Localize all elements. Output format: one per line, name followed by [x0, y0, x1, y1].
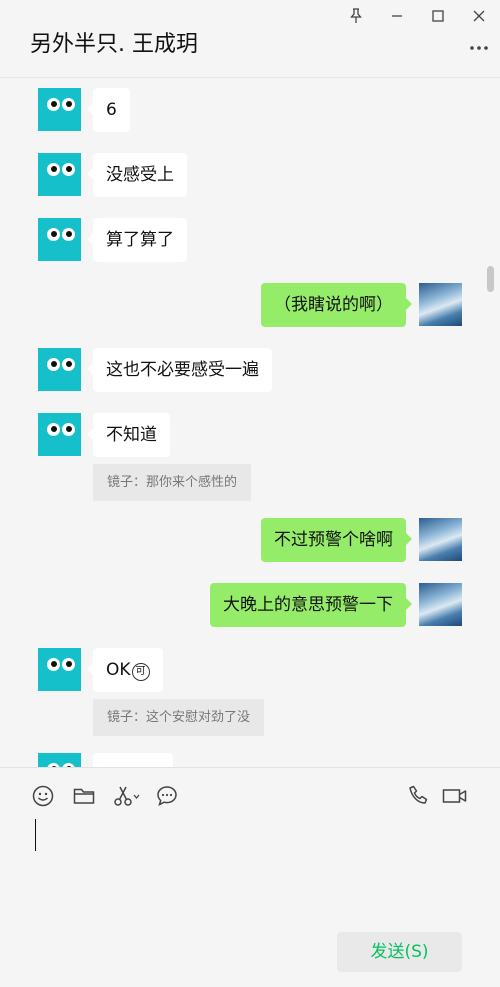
my-avatar[interactable] [419, 283, 462, 326]
more-icon[interactable] [468, 34, 490, 56]
my-avatar[interactable] [419, 518, 462, 561]
video-icon[interactable] [441, 783, 469, 809]
message-bubble-incoming[interactable]: 这也不必要感受一遍 [87, 348, 272, 392]
contact-avatar[interactable] [38, 218, 81, 261]
message-input[interactable] [30, 815, 470, 925]
contact-avatar[interactable] [38, 648, 81, 691]
contact-avatar[interactable] [38, 348, 81, 391]
minimize-icon[interactable] [386, 5, 408, 27]
quoted-message[interactable]: 镜子：这个安慰对劲了没 [93, 699, 265, 736]
close-icon[interactable] [468, 5, 490, 27]
message-text: OK [106, 660, 131, 680]
contact-avatar[interactable] [38, 753, 81, 767]
message-bubble-incoming[interactable]: OK 可 [87, 648, 163, 692]
contact-avatar[interactable] [38, 153, 81, 196]
contact-avatar[interactable] [38, 413, 81, 456]
message-bubble-outgoing[interactable]: （我瞎说的啊） [261, 283, 412, 327]
scrollbar-thumb[interactable] [487, 266, 494, 292]
composer-divider [0, 767, 500, 768]
text-caret [35, 819, 36, 851]
message-bubble-incoming[interactable]: 算了算了 [87, 218, 187, 262]
pin-icon[interactable] [345, 5, 367, 27]
folder-icon[interactable] [71, 783, 97, 809]
message-bubble-incoming[interactable]: 没感受上 [87, 153, 187, 197]
message-bubble-incoming[interactable]: 不知道 [87, 413, 170, 457]
message-bubble-incoming[interactable] [93, 753, 173, 767]
chat-header: 另外半只. 王成玥 [0, 0, 500, 78]
send-button[interactable]: 发送(S) [337, 932, 462, 972]
chat-title: 另外半只. 王成玥 [30, 32, 198, 57]
emoji-icon[interactable] [30, 783, 56, 809]
scissors-icon[interactable] [112, 783, 142, 809]
message-bubble-outgoing[interactable]: 大晚上的意思预警一下 [210, 583, 412, 627]
message-bubble-incoming[interactable]: 6 [87, 88, 130, 132]
phone-icon[interactable] [406, 783, 432, 809]
message-bubble-outgoing[interactable]: 不过预警个啥啊 [261, 518, 412, 562]
chat-history-icon[interactable] [154, 783, 180, 809]
my-avatar[interactable] [419, 583, 462, 626]
message-list[interactable]: 6 没感受上 算了算了 （我瞎说的啊） 这也不必要感受一遍 不知道 镜子：那你来… [0, 79, 500, 767]
maximize-icon[interactable] [427, 5, 449, 27]
quoted-message[interactable]: 镜子：那你来个感性的 [93, 464, 252, 501]
contact-avatar[interactable] [38, 88, 81, 131]
ke-emoji-icon: 可 [131, 663, 150, 681]
